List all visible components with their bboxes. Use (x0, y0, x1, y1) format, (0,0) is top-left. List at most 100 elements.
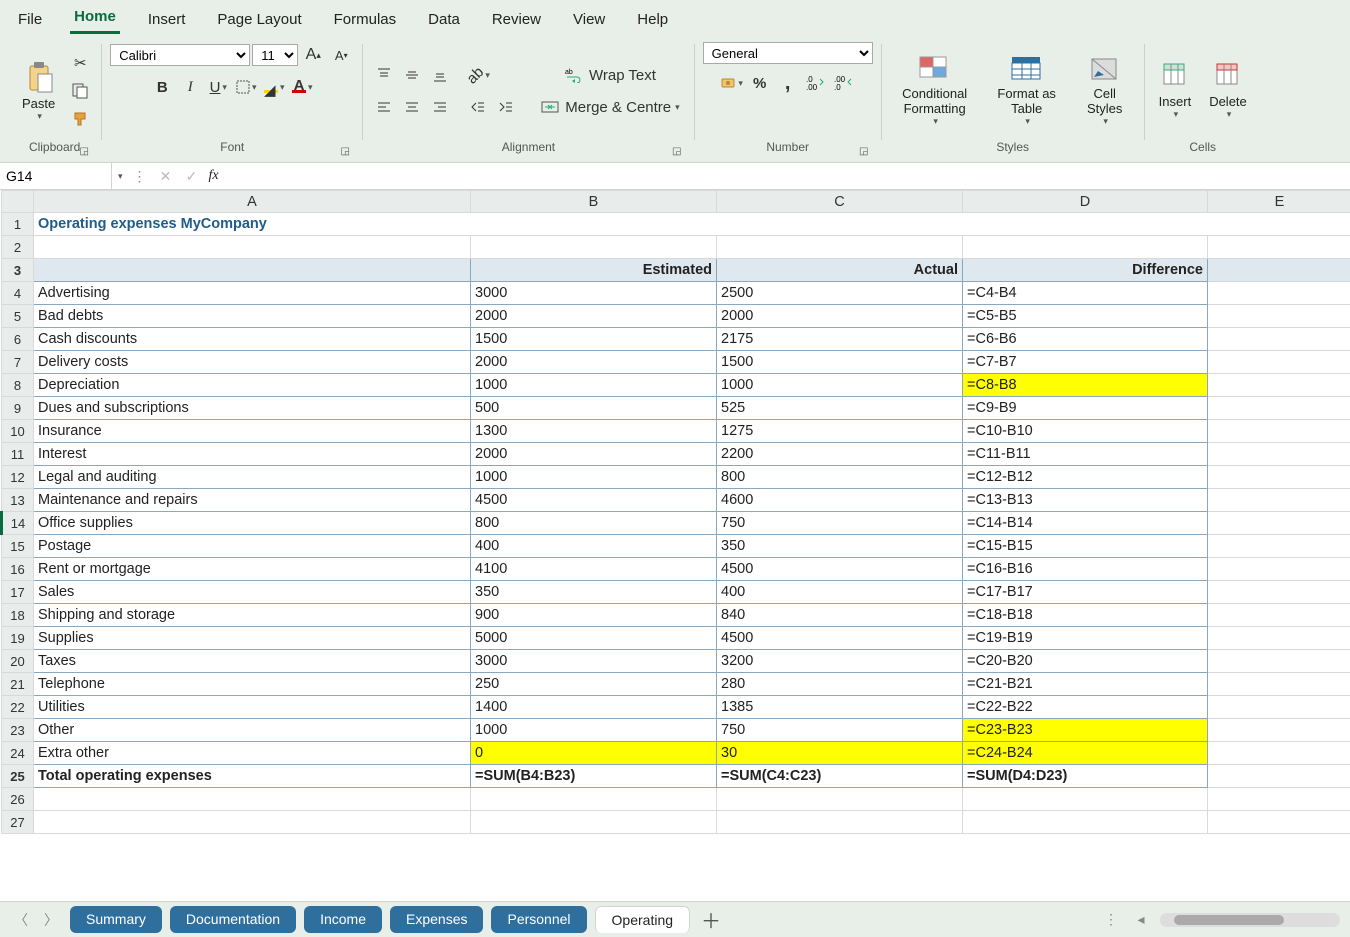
grow-font-button[interactable]: A▴ (300, 42, 326, 68)
col-header-E[interactable]: E (1208, 191, 1350, 213)
row-header-27[interactable]: 27 (2, 811, 34, 834)
sheet-tab-income[interactable]: Income (304, 906, 382, 933)
cell-C21[interactable]: 280 (717, 673, 963, 696)
cell-D6[interactable]: =C6-B6 (963, 328, 1208, 351)
cell-C12[interactable]: 800 (717, 466, 963, 489)
header-actual[interactable]: Actual (717, 259, 963, 282)
chevron-down-icon[interactable]: ▾ (114, 171, 127, 182)
row-header-19[interactable]: 19 (2, 627, 34, 650)
cell-C14[interactable]: 750 (717, 512, 963, 535)
row-header-1[interactable]: 1 (2, 213, 34, 236)
row-header-25[interactable]: 25 (2, 765, 34, 788)
cell-A6[interactable]: Cash discounts (34, 328, 471, 351)
format-as-table-button[interactable]: Format as Table▾ (986, 53, 1068, 129)
cell-E3[interactable] (1208, 259, 1350, 282)
row-header-24[interactable]: 24 (2, 742, 34, 765)
cell-C19[interactable]: 4500 (717, 627, 963, 650)
row-header-17[interactable]: 17 (2, 581, 34, 604)
align-right-button[interactable] (427, 94, 453, 120)
shrink-font-button[interactable]: A▾ (328, 42, 354, 68)
font-size-select[interactable]: 11 (252, 44, 298, 66)
comma-button[interactable]: , (775, 70, 801, 96)
cell-A16[interactable]: Rent or mortgage (34, 558, 471, 581)
menu-page-layout[interactable]: Page Layout (213, 5, 305, 34)
cell-B20[interactable]: 3000 (471, 650, 717, 673)
wrap-text-button[interactable]: ab Wrap Text (535, 62, 685, 88)
cell-B6[interactable]: 1500 (471, 328, 717, 351)
tab-nav-next[interactable]: 〉 (40, 909, 62, 931)
percent-button[interactable]: % (747, 70, 773, 96)
cell-E20[interactable] (1208, 650, 1350, 673)
row-header-21[interactable]: 21 (2, 673, 34, 696)
menu-data[interactable]: Data (424, 5, 464, 34)
cell-C4[interactable]: 2500 (717, 282, 963, 305)
fx-icon[interactable]: fx (205, 168, 223, 184)
increase-decimal-button[interactable]: .0.00 (803, 70, 829, 96)
number-format-select[interactable]: General (703, 42, 873, 64)
sheet-tab-personnel[interactable]: Personnel (491, 906, 586, 933)
currency-button[interactable]: ▾ (719, 70, 745, 96)
cell-A2[interactable] (34, 236, 471, 259)
cell-C26[interactable] (717, 788, 963, 811)
align-center-button[interactable] (399, 94, 425, 120)
delete-button[interactable]: Delete▾ (1203, 60, 1253, 122)
cell-A4[interactable]: Advertising (34, 282, 471, 305)
formula-input[interactable] (223, 163, 1350, 189)
cell-D17[interactable]: =C17-B17 (963, 581, 1208, 604)
cell-E26[interactable] (1208, 788, 1350, 811)
cell-E17[interactable] (1208, 581, 1350, 604)
cell-E23[interactable] (1208, 719, 1350, 742)
row-header-20[interactable]: 20 (2, 650, 34, 673)
menu-help[interactable]: Help (633, 5, 672, 34)
name-box[interactable] (0, 163, 112, 189)
select-all-corner[interactable] (2, 191, 34, 213)
cell-D26[interactable] (963, 788, 1208, 811)
horizontal-scrollbar[interactable] (1160, 913, 1340, 927)
cell-E4[interactable] (1208, 282, 1350, 305)
bold-button[interactable]: B (149, 74, 175, 100)
menu-formulas[interactable]: Formulas (330, 5, 401, 34)
format-painter-button[interactable] (67, 106, 93, 132)
tab-menu-icon[interactable]: ⋮ (1100, 909, 1122, 931)
cell-E11[interactable] (1208, 443, 1350, 466)
cell-E16[interactable] (1208, 558, 1350, 581)
cell-E7[interactable] (1208, 351, 1350, 374)
cell-B14[interactable]: 800 (471, 512, 717, 535)
cell-E6[interactable] (1208, 328, 1350, 351)
menu-file[interactable]: File (14, 5, 46, 34)
cell-A8[interactable]: Depreciation (34, 374, 471, 397)
insert-button[interactable]: Insert▾ (1153, 60, 1198, 122)
namebox-more-icon[interactable]: ⋮ (127, 168, 153, 185)
cell-C20[interactable]: 3200 (717, 650, 963, 673)
accept-icon[interactable]: ✓ (179, 168, 205, 185)
row-header-12[interactable]: 12 (2, 466, 34, 489)
cell-E19[interactable] (1208, 627, 1350, 650)
row-header-6[interactable]: 6 (2, 328, 34, 351)
cell-C2[interactable] (717, 236, 963, 259)
cell-E14[interactable] (1208, 512, 1350, 535)
row-header-2[interactable]: 2 (2, 236, 34, 259)
spreadsheet-grid[interactable]: ABCDE 1Operating expenses MyCompany23Est… (0, 190, 1350, 901)
cell-D7[interactable]: =C7-B7 (963, 351, 1208, 374)
cell-D10[interactable]: =C10-B10 (963, 420, 1208, 443)
row-header-22[interactable]: 22 (2, 696, 34, 719)
cell-B24[interactable]: 0 (471, 742, 717, 765)
row-header-5[interactable]: 5 (2, 305, 34, 328)
underline-button[interactable]: U▾ (205, 74, 231, 100)
cell-E21[interactable] (1208, 673, 1350, 696)
cell-E10[interactable] (1208, 420, 1350, 443)
row-header-18[interactable]: 18 (2, 604, 34, 627)
cell-C6[interactable]: 2175 (717, 328, 963, 351)
cell-D5[interactable]: =C5-B5 (963, 305, 1208, 328)
increase-indent-button[interactable] (493, 94, 519, 120)
scroll-left-icon[interactable]: ◂ (1130, 909, 1152, 931)
cell-D4[interactable]: =C4-B4 (963, 282, 1208, 305)
row-header-10[interactable]: 10 (2, 420, 34, 443)
sheet-tab-expenses[interactable]: Expenses (390, 906, 483, 933)
cell-E15[interactable] (1208, 535, 1350, 558)
cell-A26[interactable] (34, 788, 471, 811)
cell-C10[interactable]: 1275 (717, 420, 963, 443)
conditional-formatting-button[interactable]: Conditional Formatting▾ (890, 53, 980, 129)
align-left-button[interactable] (371, 94, 397, 120)
cell-D24[interactable]: =C24-B24 (963, 742, 1208, 765)
